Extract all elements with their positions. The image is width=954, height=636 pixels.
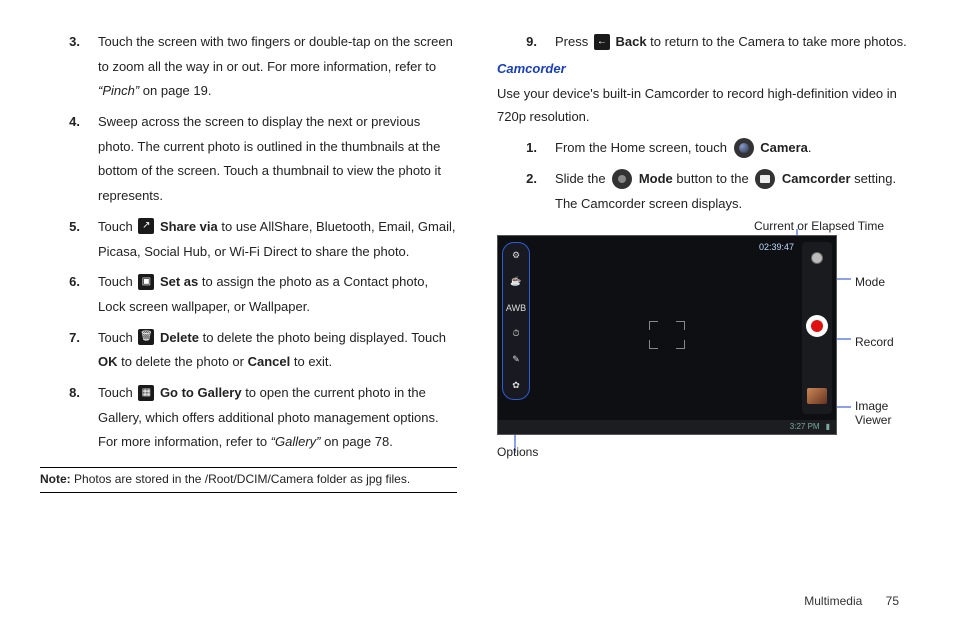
camcorder-steps: 1.From the Home screen, touch Camera.2.S… (497, 136, 914, 216)
share-icon: ↗ (138, 218, 154, 234)
sidebar-option-1[interactable]: ☕ (509, 275, 523, 289)
camcorder-screenshot: 02:39:47 ⚙ ☕ AWB ⏱ ✎ ✿ 3:27 PM ▮ (497, 235, 837, 435)
note-text: Photos are stored in the /Root/DCIM/Came… (74, 472, 410, 486)
focus-brackets (649, 321, 685, 349)
item-number: 5. (40, 215, 98, 264)
item-number: 3. (40, 30, 98, 104)
item-text: Sweep across the screen to display the n… (98, 110, 457, 209)
camcorder-icon (755, 169, 775, 189)
camcorder-intro: Use your device's built-in Camcorder to … (497, 82, 914, 129)
item-number: 2. (497, 167, 555, 216)
mode-toggle[interactable] (811, 252, 823, 264)
storage-note: Note: Photos are stored in the /Root/DCI… (40, 472, 457, 486)
item-text: Touch 🗑 Delete to delete the photo being… (98, 326, 457, 375)
left-column: 3.Touch the screen with two fingers or d… (40, 30, 457, 497)
sidebar-option-4[interactable]: ✎ (509, 353, 523, 367)
record-icon (811, 320, 823, 332)
step-9-num: 9. (497, 30, 555, 55)
item-number: 8. (40, 381, 98, 455)
camcorder-heading: Camcorder (497, 61, 914, 76)
item-number: 1. (497, 136, 555, 161)
label-image-viewer: ImageViewer (855, 399, 891, 427)
options-sidebar[interactable]: ⚙ ☕ AWB ⏱ ✎ ✿ (502, 242, 530, 400)
step-9-text: Press ← Back to return to the Camera to … (555, 30, 914, 55)
item-text: Touch ▣ Set as to assign the photo as a … (98, 270, 457, 319)
left-list: 3.Touch the screen with two fingers or d… (40, 30, 457, 455)
elapsed-time: 02:39:47 (759, 242, 794, 252)
image-viewer-thumb[interactable] (807, 388, 827, 404)
right-column: 9. Press ← Back to return to the Camera … (497, 30, 914, 497)
list-item: 5.Touch ↗ Share via to use AllShare, Blu… (40, 215, 457, 264)
right-controls (802, 242, 832, 414)
sidebar-option-5[interactable]: ✿ (509, 379, 523, 393)
sidebar-option-3[interactable]: ⏱ (509, 327, 523, 341)
item-text: Touch ▦ Go to Gallery to open the curren… (98, 381, 457, 455)
page-footer: Multimedia 75 (804, 594, 899, 608)
battery-icon: ▮ (826, 422, 830, 431)
list-item: 3.Touch the screen with two fingers or d… (40, 30, 457, 104)
status-bar: 3:27 PM ▮ (498, 420, 836, 434)
sidebar-option-2[interactable]: AWB (509, 301, 523, 315)
item-text: Touch the screen with two fingers or dou… (98, 30, 457, 104)
sidebar-option-0[interactable]: ⚙ (509, 249, 523, 263)
footer-section: Multimedia (804, 594, 862, 608)
camera-icon (734, 138, 754, 158)
note-rule-top (40, 467, 457, 468)
list-item: 6.Touch ▣ Set as to assign the photo as … (40, 270, 457, 319)
item-number: 6. (40, 270, 98, 319)
setas-icon: ▣ (138, 274, 154, 290)
list-item: 8.Touch ▦ Go to Gallery to open the curr… (40, 381, 457, 455)
item-text: Touch ↗ Share via to use AllShare, Bluet… (98, 215, 457, 264)
note-rule-bottom (40, 492, 457, 493)
item-text: Slide the Mode button to the Camcorder s… (555, 167, 914, 216)
list-item: 1.From the Home screen, touch Camera. (497, 136, 914, 161)
item-text: From the Home screen, touch Camera. (555, 136, 914, 161)
list-item: 7.Touch 🗑 Delete to delete the photo bei… (40, 326, 457, 375)
step-9: 9. Press ← Back to return to the Camera … (497, 30, 914, 55)
mode-icon (612, 169, 632, 189)
note-label: Note: (40, 472, 71, 486)
list-item: 4.Sweep across the screen to display the… (40, 110, 457, 209)
status-clock: 3:27 PM (790, 422, 820, 431)
label-elapsed: Current or Elapsed Time (754, 219, 884, 233)
footer-page: 75 (886, 594, 899, 608)
camcorder-screenshot-wrap: Current or Elapsed Time 02:39:47 ⚙☕AWB⏱✎… (497, 235, 914, 435)
gallery-icon: ▦ (138, 385, 154, 401)
list-item: 2.Slide the Mode button to the Camcorder… (497, 167, 914, 216)
back-icon: ← (594, 34, 610, 50)
label-mode: Mode (855, 275, 885, 289)
item-number: 7. (40, 326, 98, 375)
label-options: Options (497, 445, 538, 459)
record-button[interactable] (806, 315, 828, 337)
delete-icon: 🗑 (138, 329, 154, 345)
label-record: Record (855, 335, 894, 349)
item-number: 4. (40, 110, 98, 209)
